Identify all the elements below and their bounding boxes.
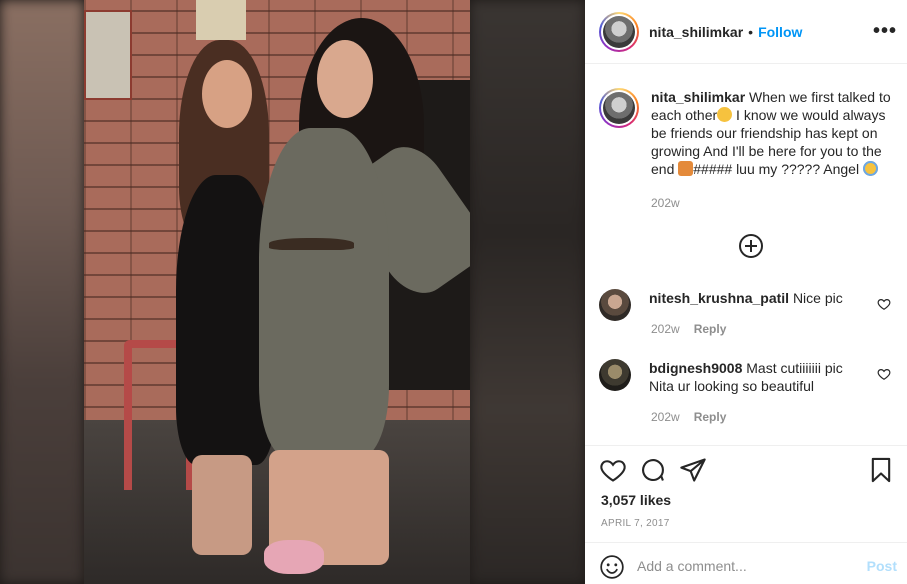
comment-text: bdignesh9008 Mast cutiiiiiii pic Nita ur… [649,359,871,395]
kiss-emoji-icon [717,107,733,122]
commenter-username[interactable]: bdignesh9008 [649,360,742,376]
woman-right-face [317,40,373,118]
post-sidebar: nita_shilimkar • Follow ••• nita_shilimk… [585,0,907,584]
separator-dot: • [748,23,754,40]
woman-right-belt [269,238,354,250]
caption-text: nita_shilimkar When we first talked to e… [651,88,895,178]
woman-left-legs [192,455,252,555]
wall-poster [196,0,246,40]
more-options-icon[interactable]: ••• [873,20,897,43]
halo-emoji-icon [862,161,878,176]
post-date[interactable]: APRIL 7, 2017 [601,518,670,529]
comment-text: nitesh_krushna_patil Nice pic [649,289,871,321]
comment-bubble-icon[interactable] [639,456,667,484]
post-photo [84,0,470,584]
plus-circle-icon[interactable] [739,234,763,258]
photo-blur-right [470,0,585,584]
post-media[interactable] [0,0,585,584]
comment-timestamp: 202w [651,322,680,336]
reply-button[interactable]: Reply [694,410,727,424]
likes-count[interactable]: 3,057 likes [601,492,671,508]
photo-blur-left [0,0,84,584]
add-comment-input[interactable] [637,555,857,577]
comment-body: Nice pic [792,290,843,306]
caption-avatar[interactable] [599,88,639,128]
smiley-icon[interactable] [599,554,625,580]
comment-meta: 202w Reply [651,322,726,336]
comment-heart-icon[interactable] [877,297,891,311]
caption-body-3: ##### luu my ????? Angel [693,161,863,177]
comment-heart-icon[interactable] [877,367,891,381]
commenter-username[interactable]: nitesh_krushna_patil [649,290,789,306]
tennis-poster [84,10,132,100]
bookmark-icon[interactable] [867,456,895,484]
commenter-avatar[interactable] [599,359,631,391]
pink-shoes [264,540,324,574]
add-comment-bar: Post [585,543,907,584]
couple-emoji-icon [678,161,694,176]
post-caption: nita_shilimkar When we first talked to e… [599,88,895,178]
actions-divider [585,445,907,446]
post-comment-button[interactable]: Post [867,558,897,574]
woman-left-face [202,60,252,128]
post-header: nita_shilimkar • Follow ••• [585,0,907,64]
author-username[interactable]: nita_shilimkar [649,24,743,40]
comment-item: nitesh_krushna_patil Nice pic [599,289,895,321]
caption-timestamp: 202w [651,196,680,210]
heart-icon[interactable] [599,456,627,484]
comment-meta: 202w Reply [651,410,726,424]
commenter-avatar[interactable] [599,289,631,321]
follow-button[interactable]: Follow [758,24,802,40]
caption-username[interactable]: nita_shilimkar [651,89,745,105]
paper-plane-icon[interactable] [679,456,707,484]
woman-right-grey-dress [259,128,389,458]
comment-item: bdignesh9008 Mast cutiiiiiii pic Nita ur… [599,359,895,395]
action-bar [599,456,895,488]
author-avatar[interactable] [599,11,639,52]
comment-timestamp: 202w [651,410,680,424]
reply-button[interactable]: Reply [694,322,727,336]
